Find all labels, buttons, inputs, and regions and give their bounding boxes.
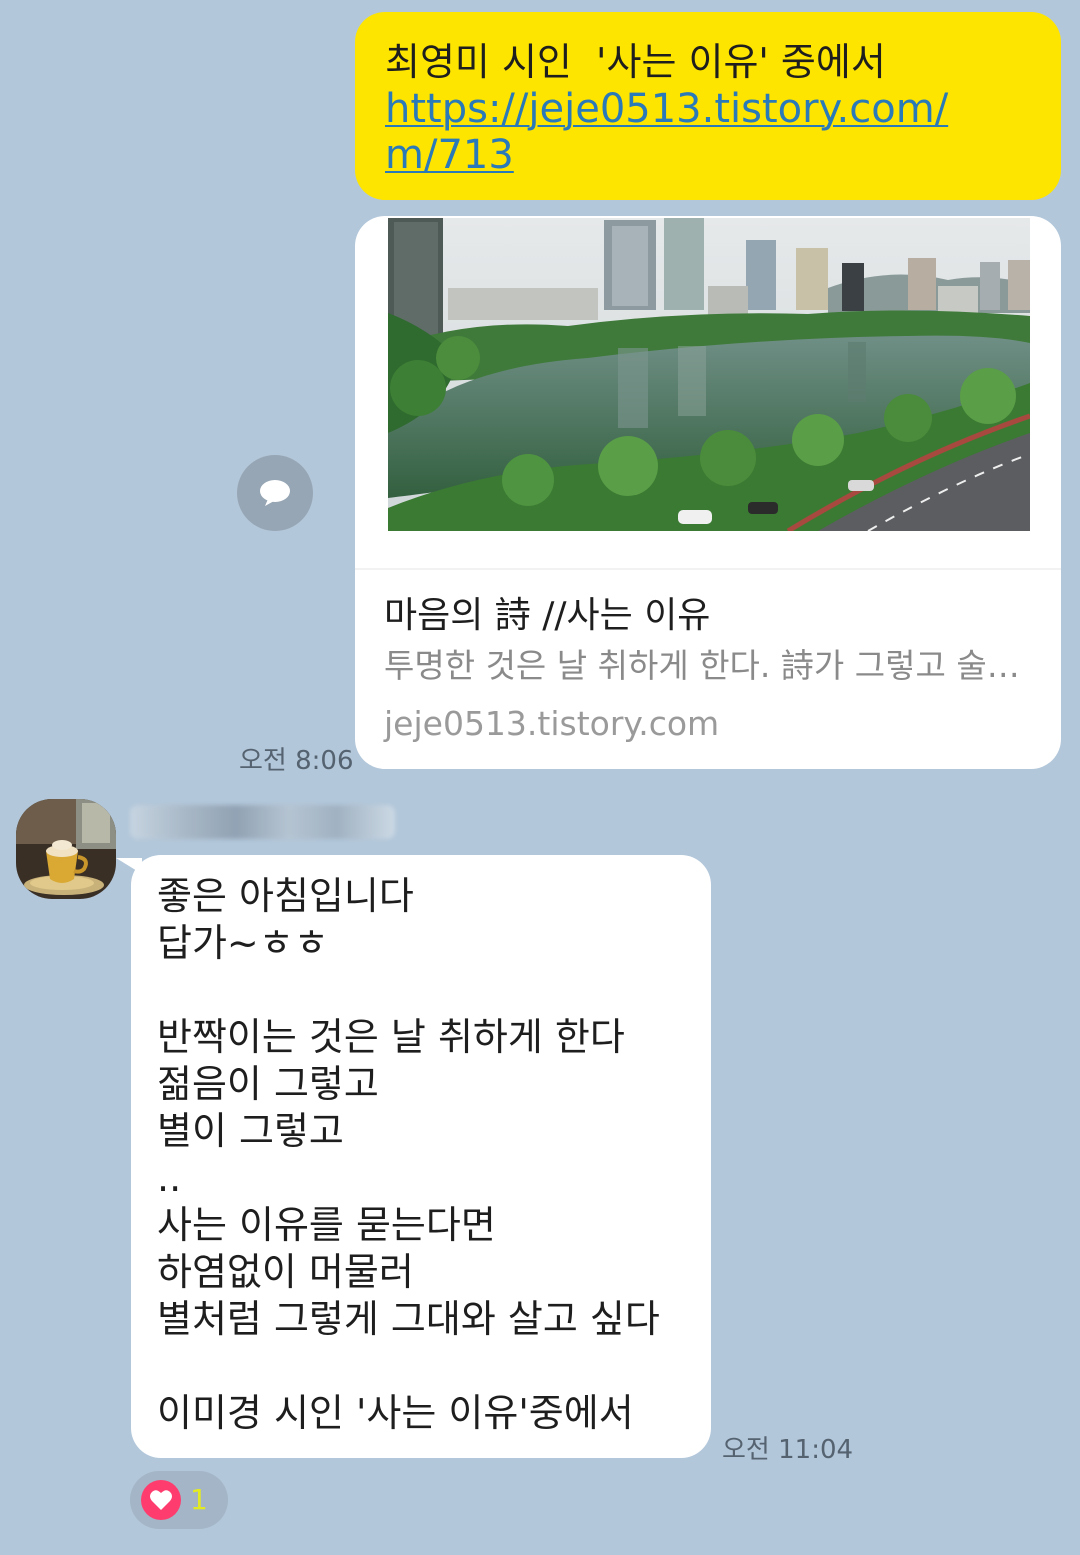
message-line: ..	[157, 1156, 182, 1200]
sent-message-bubble[interactable]: 최영미 시인 '사는 이유' 중에서 https://jeje0513.tist…	[355, 12, 1061, 200]
chat-bubble-icon	[260, 480, 290, 506]
link-preview-title: 마음의 詩 //사는 이유	[384, 595, 711, 636]
link-preview-image	[388, 218, 1030, 531]
link-preview-card[interactable]: 마음의 詩 //사는 이유 투명한 것은 날 취하게 한다. 詩가 그렇고 술이…	[355, 216, 1061, 769]
sender-name-blurred	[130, 805, 395, 839]
link-preview-description: 투명한 것은 날 취하게 한다. 詩가 그렇고 술이 그렇고 아기의 웃음이 그…	[384, 646, 1024, 685]
sent-message-title: 최영미 시인 '사는 이유' 중에서	[385, 40, 886, 84]
share-button[interactable]	[237, 455, 313, 531]
message-line: 별처럼 그렇게 그대와 살고 싶다	[157, 1297, 660, 1341]
reaction-count: 1	[190, 1483, 208, 1516]
card-divider	[355, 568, 1061, 570]
message-line: 좋은 아침입니다	[157, 874, 414, 918]
link-preview-domain: jeje0513.tistory.com	[384, 704, 720, 743]
reaction-badge[interactable]: 1	[130, 1471, 228, 1529]
message-line: 하염없이 머물러	[157, 1250, 414, 1294]
received-message-bubble[interactable]: 좋은 아침입니다 답가~ㅎㅎ 반짝이는 것은 날 취하게 한다 젊음이 그렇고 …	[131, 855, 711, 1458]
message-line: 젊음이 그렇고	[157, 1062, 379, 1106]
sent-message-link[interactable]: https://jeje0513.tistory.com/m/713	[385, 86, 975, 178]
message-line	[157, 967, 687, 1014]
message-line: 답가~ㅎㅎ	[157, 921, 329, 965]
message-line: 사는 이유를 묻는다면	[157, 1203, 496, 1247]
message-line	[157, 1343, 687, 1390]
message-line: 반짝이는 것은 날 취하게 한다	[157, 1015, 625, 1059]
heart-icon	[141, 1480, 181, 1520]
avatar[interactable]	[16, 799, 116, 899]
message-line: 이미경 시인 '사는 이유'중에서	[157, 1391, 634, 1435]
received-time: 오전 11:04	[722, 1435, 854, 1465]
sent-time: 오전 8:06	[239, 746, 354, 776]
message-line: 별이 그렇고	[157, 1109, 344, 1153]
avatar-image	[16, 799, 116, 899]
